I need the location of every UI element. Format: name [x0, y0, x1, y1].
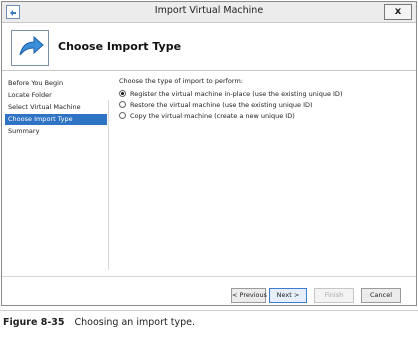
sidebar-item-select-virtual-machine[interactable]: Select Virtual Machine — [5, 102, 107, 113]
import-type-prompt: Choose the type of import to perform: — [119, 77, 243, 85]
sidebar-divider — [108, 100, 109, 270]
previous-button[interactable]: < Previous — [231, 288, 267, 303]
sidebar-item-summary[interactable]: Summary — [5, 126, 107, 137]
figure-number: Figure 8-35 — [3, 317, 65, 328]
option-register-in-place[interactable]: Register the virtual machine in-place (u… — [119, 89, 342, 100]
option-copy[interactable]: Copy the virtual machine (create a new u… — [119, 111, 295, 122]
finish-button[interactable]: Finish — [314, 288, 354, 303]
option-copy-label: Copy the virtual machine (create a new u… — [130, 112, 295, 120]
option-register-label: Register the virtual machine in-place (u… — [130, 90, 343, 98]
figure-caption: Figure 8-35 Choosing an import type. — [3, 317, 195, 328]
close-icon: x — [394, 6, 402, 17]
radio-register-in-place[interactable] — [119, 90, 126, 97]
sidebar-item-choose-import-type[interactable]: Choose Import Type — [5, 114, 107, 125]
radio-copy[interactable] — [119, 112, 126, 119]
title-bar: Import Virtual Machine x — [2, 2, 416, 23]
wizard-header: Choose Import Type — [2, 24, 416, 71]
import-type-panel: Choose the type of import to perform: Re… — [117, 72, 409, 272]
wizard-steps-sidebar: Before You Begin Locate Folder Select Vi… — [3, 72, 107, 268]
page-title: Choose Import Type — [58, 40, 182, 53]
radio-restore[interactable] — [119, 101, 126, 108]
option-restore-label: Restore the virtual machine (use the exi… — [130, 101, 313, 109]
figure-caption-text: Choosing an import type. — [74, 317, 195, 328]
footer-divider — [2, 276, 416, 277]
caption-rule — [0, 310, 418, 311]
import-arrow-icon — [11, 30, 49, 66]
sidebar-item-before-you-begin[interactable]: Before You Begin — [5, 78, 107, 89]
option-restore[interactable]: Restore the virtual machine (use the exi… — [119, 100, 313, 111]
close-button[interactable]: x — [384, 4, 412, 20]
window-title: Import Virtual Machine — [154, 5, 264, 16]
cancel-button[interactable]: Cancel — [361, 288, 401, 303]
import-wizard-window: Import Virtual Machine x Choose Import T… — [1, 1, 417, 306]
sidebar-item-locate-folder[interactable]: Locate Folder — [5, 90, 107, 101]
next-button[interactable]: Next > — [269, 288, 307, 303]
